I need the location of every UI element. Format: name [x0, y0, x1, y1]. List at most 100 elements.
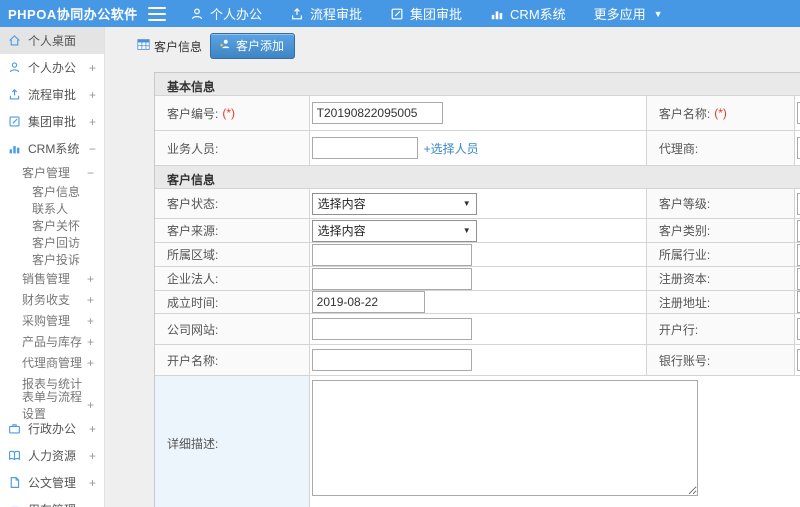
region-label: 所属区域:: [155, 243, 310, 266]
edit-icon: [8, 115, 22, 129]
row-founded-date: 成立时间: 注册地址:: [155, 291, 800, 314]
collapse-icon[interactable]: −: [87, 166, 94, 180]
expand-icon[interactable]: +: [89, 422, 96, 436]
customer-no-input[interactable]: [311, 102, 443, 124]
briefcase-icon: [8, 422, 22, 436]
customer-name-input[interactable]: [796, 102, 800, 124]
row-salesperson: 业务人员: +选择人员 代理商:: [155, 131, 800, 166]
region-input[interactable]: [311, 243, 472, 266]
description-label: 详细描述:: [155, 376, 310, 507]
top-nav: 个人办公 流程审批 集团审批 CRM系统 更多应用 ▼: [190, 4, 663, 23]
row-website: 公司网站: 开户行:: [155, 314, 800, 345]
sidebar-item-personal-desktop[interactable]: 个人桌面: [0, 27, 104, 54]
caret-down-icon: ▼: [653, 8, 663, 19]
registered-address-input[interactable]: [796, 291, 800, 313]
legal-person-input[interactable]: [311, 267, 472, 290]
collapse-icon[interactable]: −: [89, 142, 96, 156]
row-legal-person: 企业法人: 注册资本:: [155, 267, 800, 291]
bank-account-input[interactable]: [796, 349, 800, 371]
user-add-icon: [219, 38, 231, 53]
sidebar-item-products-inventory[interactable]: 产品与库存 +: [0, 331, 104, 352]
row-status: 客户状态: 选择内容 ▼ 客户等级:: [155, 189, 800, 219]
section-basic-info: 基本信息: [155, 73, 800, 96]
nav-crm-system[interactable]: CRM系统: [490, 4, 566, 23]
required-mark: (*): [222, 106, 236, 120]
source-label: 客户来源:: [155, 219, 310, 242]
sidebar-item-form-workflow-settings[interactable]: 表单与流程设置 +: [0, 390, 104, 421]
table-icon: [137, 38, 150, 54]
industry-input[interactable]: [796, 243, 800, 266]
agent-label: 代理商:: [646, 131, 795, 165]
section-customer-info: 客户信息: [155, 166, 800, 189]
expand-icon[interactable]: +: [87, 335, 94, 349]
status-label: 客户状态:: [155, 189, 310, 218]
nav-personal-office[interactable]: 个人办公: [190, 4, 262, 23]
expand-icon[interactable]: +: [87, 314, 94, 328]
salesperson-input[interactable]: [311, 137, 418, 159]
expand-icon[interactable]: +: [89, 88, 96, 102]
expand-icon[interactable]: +: [89, 449, 96, 463]
expand-icon[interactable]: +: [87, 272, 94, 286]
bank-input[interactable]: [796, 318, 800, 340]
category-input[interactable]: [796, 219, 800, 242]
sidebar-item-sales-management[interactable]: 销售管理 +: [0, 268, 104, 289]
sidebar-item-vehicle-management[interactable]: 用车管理 +: [0, 496, 104, 507]
hamburger-menu-icon[interactable]: [148, 6, 166, 21]
sidebar-item-customer-followup[interactable]: 客户回访: [0, 234, 104, 251]
expand-icon[interactable]: +: [87, 293, 94, 307]
expand-icon[interactable]: +: [87, 398, 94, 412]
expand-icon[interactable]: +: [89, 61, 96, 75]
sidebar-item-customer-care[interactable]: 客户关怀: [0, 217, 104, 234]
tab-customer-info[interactable]: 客户信息: [137, 38, 202, 55]
sidebar-item-contacts[interactable]: 联系人: [0, 200, 104, 217]
bar-chart-icon: [490, 7, 504, 21]
legal-person-label: 企业法人:: [155, 267, 310, 290]
tab-customer-add-button[interactable]: 客户添加: [210, 33, 296, 59]
founded-date-label: 成立时间:: [155, 291, 310, 313]
website-input[interactable]: [311, 318, 472, 340]
category-label: 客户类别:: [646, 219, 795, 242]
description-textarea[interactable]: [311, 380, 698, 496]
flow-icon: [290, 7, 304, 21]
sidebar-item-crm-system[interactable]: CRM系统 −: [0, 135, 104, 162]
sidebar-item-workflow-approval[interactable]: 流程审批 +: [0, 81, 104, 108]
nav-workflow-approval[interactable]: 流程审批: [290, 4, 362, 23]
book-icon: [8, 449, 22, 463]
top-bar: PHPOA协同办公软件 个人办公 流程审批 集团审批 CRM系统 更多应用 ▼: [0, 0, 800, 27]
nav-more-apps[interactable]: 更多应用 ▼: [594, 4, 663, 23]
source-select[interactable]: 选择内容 ▼: [311, 219, 477, 242]
founded-date-input[interactable]: [311, 291, 425, 313]
sidebar-item-finance[interactable]: 财务收支 +: [0, 289, 104, 310]
expand-icon[interactable]: +: [87, 356, 94, 370]
sidebar-item-group-approval[interactable]: 集团审批 +: [0, 108, 104, 135]
tab-bar: 客户信息 客户添加: [137, 33, 296, 59]
bank-label: 开户行:: [646, 314, 795, 344]
sidebar-item-customer-complaint[interactable]: 客户投诉: [0, 251, 104, 268]
level-label: 客户等级:: [646, 189, 795, 218]
registered-capital-input[interactable]: [796, 267, 800, 290]
sidebar-item-customer-info[interactable]: 客户信息: [0, 183, 104, 200]
row-source: 客户来源: 选择内容 ▼ 客户类别:: [155, 219, 800, 243]
expand-icon[interactable]: +: [89, 503, 96, 507]
expand-icon[interactable]: +: [89, 476, 96, 490]
select-person-link[interactable]: +选择人员: [424, 140, 479, 157]
status-select[interactable]: 选择内容 ▼: [311, 192, 477, 215]
agent-input[interactable]: [796, 137, 800, 159]
sidebar-item-document-management[interactable]: 公文管理 +: [0, 469, 104, 496]
user-icon: [190, 7, 204, 21]
customer-no-label: 客户编号: (*): [155, 96, 310, 130]
account-name-input[interactable]: [311, 349, 472, 371]
row-region: 所属区域: 所属行业:: [155, 243, 800, 267]
car-icon: [8, 503, 22, 507]
sidebar-item-personal-office[interactable]: 个人办公 +: [0, 54, 104, 81]
expand-icon[interactable]: +: [89, 115, 96, 129]
level-input[interactable]: [796, 192, 800, 215]
sidebar-item-agent-management[interactable]: 代理商管理 +: [0, 352, 104, 373]
sidebar-item-customer-management[interactable]: 客户管理 −: [0, 162, 104, 183]
sidebar-item-human-resources[interactable]: 人力资源 +: [0, 442, 104, 469]
sidebar-item-purchasing[interactable]: 采购管理 +: [0, 310, 104, 331]
flow-icon: [8, 88, 22, 102]
sidebar-item-admin-office[interactable]: 行政办公 +: [0, 415, 104, 442]
edit-icon: [390, 7, 404, 21]
nav-group-approval[interactable]: 集团审批: [390, 4, 462, 23]
